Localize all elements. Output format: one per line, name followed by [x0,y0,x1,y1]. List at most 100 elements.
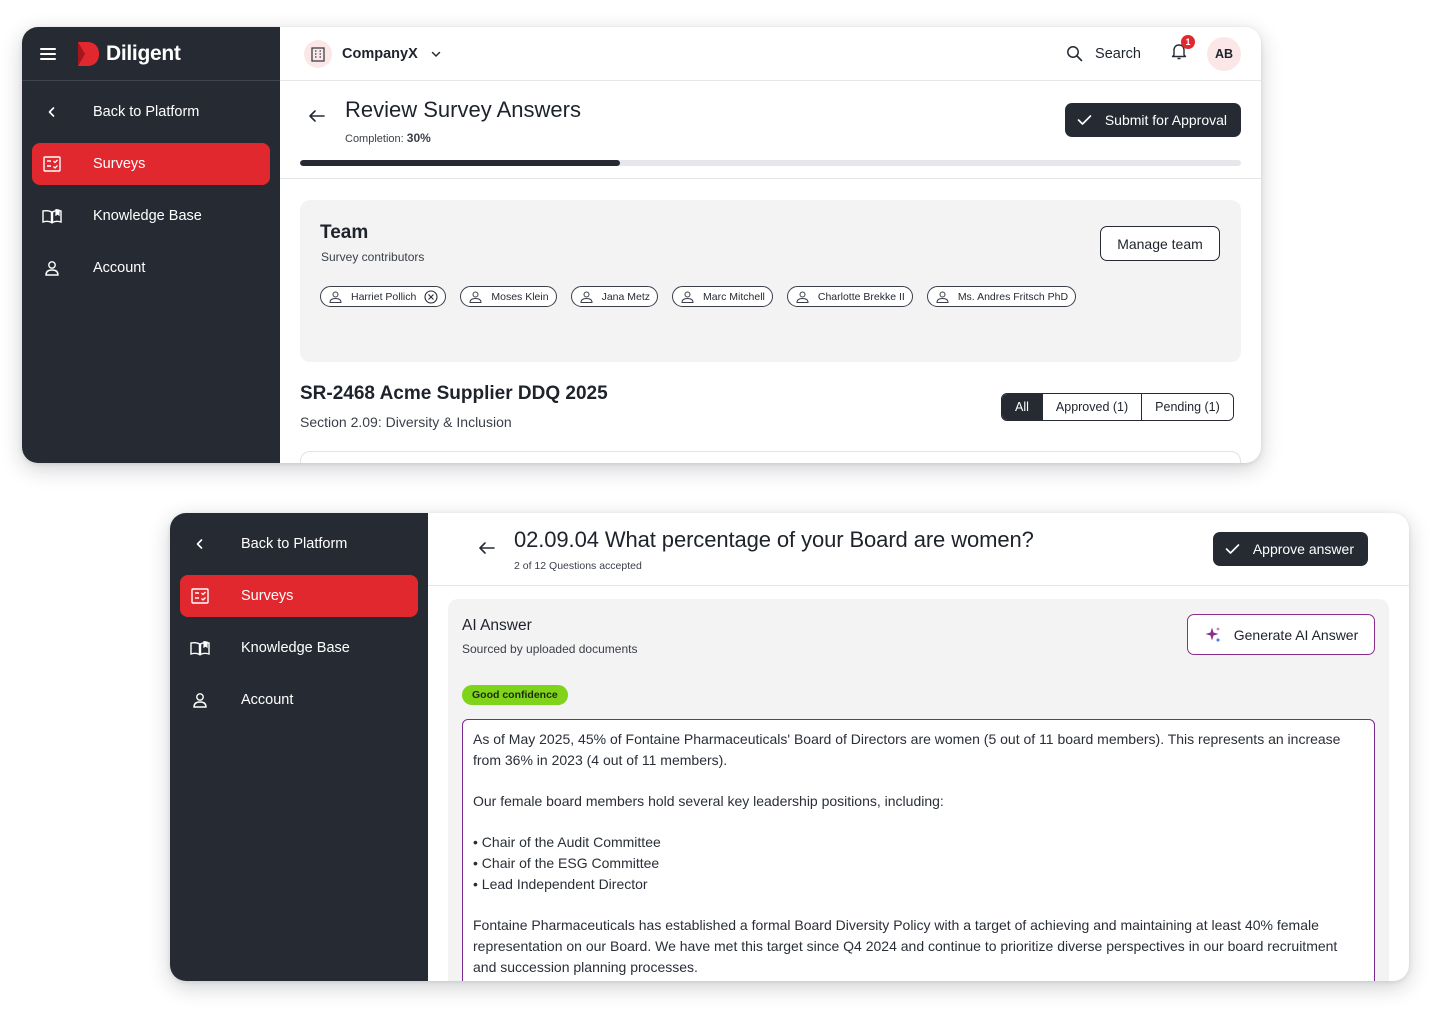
contributor-name: Moses Klein [491,290,549,303]
contributor-chip[interactable]: Marc Mitchell [672,286,773,307]
sparkle-icon [1205,626,1221,642]
sidebar-item-label: Surveys [93,156,146,172]
completion-label: Completion: [345,133,404,145]
avatar[interactable]: AB [1207,36,1241,71]
sidebar-item-label: Account [93,260,146,276]
check-icon [1077,115,1092,125]
search-label: Search [1095,45,1141,62]
contributor-chip[interactable]: Jana Metz [570,286,659,307]
notification-count-badge: 1 [1181,35,1195,49]
answer-bullet-list: • Chair of the Audit Committee • Chair o… [473,832,1364,894]
contributor-chip[interactable]: Ms. Andres Fritsch PhD [926,286,1077,307]
questions-accepted-count: 2 of 12 Questions accepted [514,560,642,572]
submit-for-approval-button[interactable]: Submit for Approval [1064,103,1241,137]
approve-label: Approve answer [1252,541,1354,557]
arrow-left-icon[interactable] [478,541,496,555]
sidebar-item-knowledge-base[interactable]: Knowledge Base [180,627,418,669]
sidebar-item-label: Account [241,692,294,708]
sidebar-item-account[interactable]: Account [32,247,270,289]
contributor-chip[interactable]: Harriet Pollich [320,286,447,307]
manage-team-button[interactable]: Manage team [1100,226,1220,261]
contributor-name: Marc Mitchell [703,290,765,303]
main-content: 02.09.04 What percentage of your Board a… [428,513,1409,981]
contributor-name: Ms. Andres Fritsch PhD [957,290,1069,303]
sidebar-item-label: Knowledge Base [93,208,202,224]
ai-answer-card: AI Answer Sourced by uploaded documents … [448,599,1389,981]
person-icon [190,690,210,710]
answer-paragraph: Fontaine Pharmaceuticals has established… [473,917,1338,975]
open-book-icon [42,206,62,226]
page-title: Review Survey Answers [345,97,581,122]
team-subtitle: Survey contributors [321,250,425,264]
question-answer-window: Back to Platform Surveys Knowledge Base … [170,513,1409,981]
contributor-name: Harriet Pollich [351,290,417,303]
person-icon [681,291,694,303]
generate-ai-answer-button[interactable]: Generate AI Answer [1187,614,1375,655]
contributor-name: Charlotte Brekke II [817,290,905,303]
answer-bullet: • Chair of the ESG Committee [473,855,660,872]
building-icon [304,39,332,68]
sidebar-nav: Back to Platform Surveys Knowledge Base … [170,513,428,721]
notifications-button[interactable]: 1 [1171,35,1195,65]
person-icon [469,291,482,303]
completion-value: 30% [406,131,431,145]
sidebar-item-account[interactable]: Account [180,679,418,721]
question-title: 02.09.04 What percentage of your Board a… [514,527,1034,552]
confidence-badge: Good confidence [462,685,568,705]
team-card: Team Survey contributors Manage team Har… [300,200,1241,362]
sidebar-item-label: Knowledge Base [241,640,350,656]
contributor-chips: Harriet Pollich Moses Klein Jana Metz Ma… [320,286,1077,307]
answer-filter-tabs: All Approved (1) Pending (1) [1001,393,1234,421]
progress-fill [300,160,620,166]
sidebar-nav: Back to Platform Surveys Knowledge Base … [22,81,280,289]
hamburger-menu-icon[interactable] [40,47,56,60]
completion-progress-bar [300,160,1241,166]
diligent-logo-icon [78,41,99,66]
survey-checklist-icon [190,586,210,606]
survey-checklist-icon [42,154,62,174]
survey-section: Section 2.09: Diversity & Inclusion [300,414,512,430]
filter-tab-approved[interactable]: Approved (1) [1041,394,1142,420]
company-selector[interactable]: CompanyX [342,46,418,62]
top-bar: CompanyX Search 1 AB [280,27,1261,81]
person-icon [42,258,62,278]
chevron-left-icon [190,534,210,554]
arrow-left-icon[interactable] [308,109,326,123]
chevron-left-icon [42,102,62,122]
search-button[interactable]: Search [1066,45,1141,62]
question-card-preview [300,451,1241,463]
sidebar-item-surveys[interactable]: Surveys [32,143,270,185]
person-icon [796,291,809,303]
approve-answer-button[interactable]: Approve answer [1212,532,1368,566]
check-icon [1225,544,1240,554]
sidebar: Diligent Back to Platform Surveys Knowle… [22,27,280,463]
survey-title: SR-2468 Acme Supplier DDQ 2025 [300,383,608,404]
answer-bullet: • Chair of the Audit Committee [473,834,661,851]
chevron-down-icon[interactable] [430,48,442,60]
sidebar-item-surveys[interactable]: Surveys [180,575,418,617]
brand-name: Diligent [106,41,181,65]
remove-circle-icon[interactable] [424,289,438,304]
ai-answer-source: Sourced by uploaded documents [462,642,638,656]
contributor-chip[interactable]: Moses Klein [460,286,557,307]
brand-bar: Diligent [22,27,280,81]
open-book-icon [190,638,210,658]
person-icon [580,291,593,303]
sidebar-item-back-to-platform[interactable]: Back to Platform [32,91,270,133]
answer-paragraph: As of May 2025, 45% of Fontaine Pharmace… [473,731,1341,768]
filter-tab-pending[interactable]: Pending (1) [1141,394,1233,420]
team-title: Team [320,222,369,243]
filter-tab-all[interactable]: All [1002,394,1042,420]
answer-text-area[interactable]: As of May 2025, 45% of Fontaine Pharmace… [462,719,1375,981]
question-header: 02.09.04 What percentage of your Board a… [428,513,1409,586]
contributor-chip[interactable]: Charlotte Brekke II [786,286,913,307]
submit-label: Submit for Approval [1104,112,1227,128]
review-survey-window: Diligent Back to Platform Surveys Knowle… [22,27,1261,463]
sidebar-item-back-to-platform[interactable]: Back to Platform [180,523,418,565]
sidebar-item-knowledge-base[interactable]: Knowledge Base [32,195,270,237]
sidebar-item-label: Back to Platform [241,536,348,552]
generate-label: Generate AI Answer [1233,626,1359,643]
contributor-name: Jana Metz [601,290,651,303]
answer-bullet: • Lead Independent Director [473,875,648,892]
page-header: Review Survey Answers Completion: 30% Su… [280,81,1261,179]
